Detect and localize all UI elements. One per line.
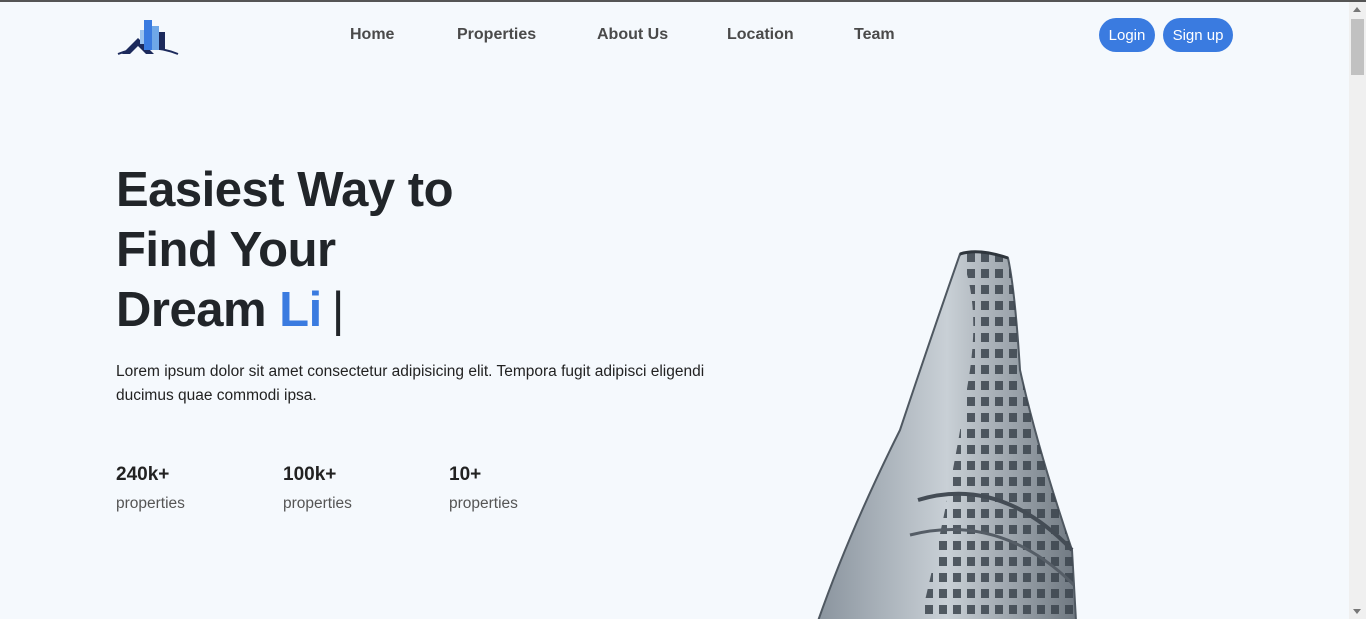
signup-button[interactable]: Sign up	[1163, 18, 1233, 52]
scroll-up-arrow-icon[interactable]	[1353, 7, 1361, 12]
stat-value: 100k+	[283, 464, 337, 485]
stat-1: 240k+ properties	[116, 464, 185, 513]
headline-typed-word: Li	[279, 283, 322, 337]
headline-line-2: Find Your	[116, 223, 336, 277]
nav-location[interactable]: Location	[727, 26, 794, 44]
stat-value: 240k+	[116, 464, 170, 485]
scrollbar-thumb[interactable]	[1351, 19, 1364, 75]
nav-team[interactable]: Team	[854, 26, 895, 44]
nav-properties[interactable]: Properties	[457, 26, 536, 44]
main-nav: Home Properties About Us Location Team	[0, 26, 1366, 48]
hero-description: Lorem ipsum dolor sit amet consectetur a…	[116, 363, 705, 404]
stat-2: 100k+ properties	[283, 464, 352, 513]
stat-label: properties	[283, 495, 352, 512]
building-image	[817, 250, 1077, 619]
stat-label: properties	[116, 495, 185, 512]
scroll-down-arrow-icon[interactable]	[1353, 609, 1361, 614]
typing-caret: |	[331, 283, 345, 337]
stat-value: 10+	[449, 464, 482, 485]
nav-home[interactable]: Home	[350, 26, 394, 44]
login-button[interactable]: Login	[1099, 18, 1155, 52]
stat-label: properties	[449, 495, 518, 512]
headline-line-1: Easiest Way to	[116, 163, 454, 217]
stat-3: 10+ properties	[449, 464, 518, 513]
headline-line-3: Dream	[116, 283, 280, 337]
hero-headline: Easiest Way to Find Your Dream Li |	[116, 160, 676, 340]
vertical-scrollbar[interactable]	[1349, 2, 1366, 619]
nav-about-us[interactable]: About Us	[597, 26, 668, 44]
